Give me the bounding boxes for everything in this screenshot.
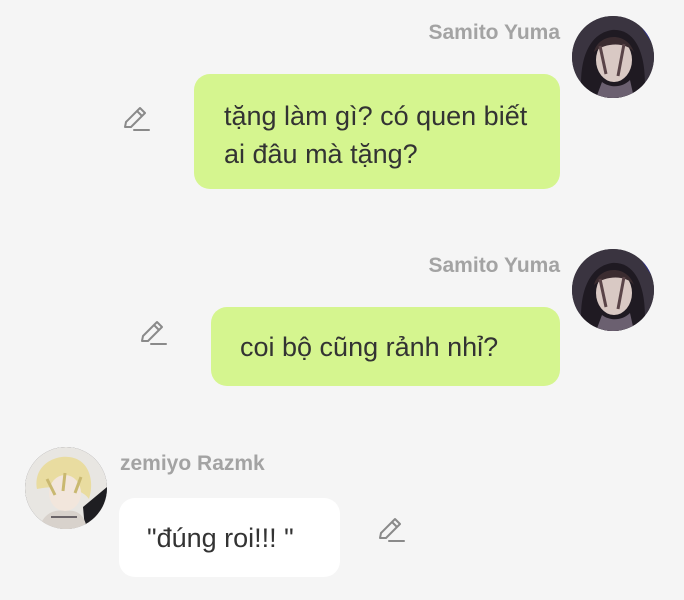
message-bubble[interactable]: tặng làm gì? có quen biết ai đâu mà tặng…	[194, 74, 560, 189]
message-bubble[interactable]: "đúng roi!!! "	[119, 498, 340, 577]
pencil-edit-icon	[379, 518, 405, 542]
edit-message-button[interactable]	[376, 515, 406, 545]
user-avatar-dark-hair-icon	[572, 16, 654, 98]
user-avatar-dark-hair-icon	[572, 249, 654, 331]
edit-message-button[interactable]	[121, 104, 151, 134]
chat-thread: Samito Yuma tặng làm gì? có quen biết ai…	[0, 0, 684, 600]
edit-message-button[interactable]	[138, 318, 168, 348]
sender-name: zemiyo Razmk	[120, 452, 265, 475]
message-bubble[interactable]: coi bộ cũng rảnh nhỉ?	[211, 307, 560, 386]
sender-name: Samito Yuma	[428, 254, 561, 277]
avatar[interactable]	[572, 249, 654, 331]
avatar[interactable]	[25, 447, 107, 529]
user-avatar-blond-hair-icon	[25, 447, 107, 529]
pencil-edit-icon	[141, 321, 167, 345]
pencil-edit-icon	[124, 107, 150, 131]
sender-name: Samito Yuma	[428, 21, 561, 44]
avatar[interactable]	[572, 16, 654, 98]
